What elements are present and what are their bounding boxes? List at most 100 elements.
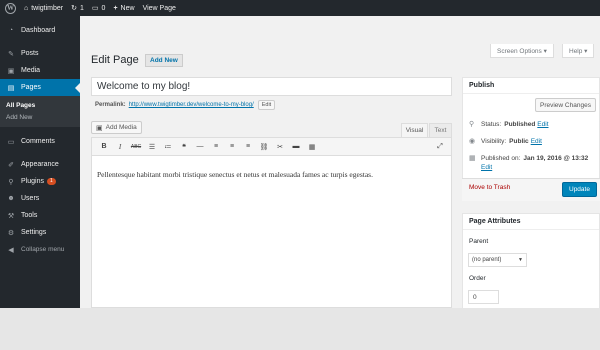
- dashboard-icon: ◔: [8, 27, 14, 34]
- collapse-menu-button[interactable]: ◀ Collapse menu: [0, 241, 80, 258]
- sidebar-item-label: Users: [21, 195, 40, 202]
- page-title: Edit Page: [91, 54, 139, 66]
- add-media-label: Add Media: [105, 124, 137, 131]
- publish-box-title: Publish: [463, 78, 599, 94]
- parent-select[interactable]: (no parent) ▼: [468, 253, 527, 267]
- screen-options-tab[interactable]: Screen Options ▾: [490, 44, 554, 58]
- numbered-list-icon[interactable]: ≔: [160, 140, 176, 154]
- strikethrough-icon[interactable]: ABC: [128, 140, 144, 154]
- comments-count: 0: [101, 4, 106, 12]
- sidebar-item-label: Comments: [21, 138, 55, 145]
- settings-icon: ⚙: [7, 229, 15, 237]
- site-name-link[interactable]: ⌂ twigtimber: [20, 0, 67, 16]
- status-row: ⚲ Status: Published Edit: [469, 120, 549, 129]
- wordpress-logo-menu[interactable]: W: [0, 0, 20, 16]
- published-label: Published on:: [481, 154, 521, 162]
- sidebar-item-settings[interactable]: ⚙ Settings: [0, 224, 80, 241]
- align-right-icon[interactable]: ≡: [240, 140, 256, 154]
- submenu-add-new[interactable]: Add New: [0, 111, 80, 123]
- fullscreen-icon[interactable]: ⤢: [432, 140, 448, 154]
- parent-select-value: (no parent): [472, 257, 502, 263]
- submenu-all-pages[interactable]: All Pages: [0, 99, 80, 111]
- blockquote-icon[interactable]: ❝: [176, 140, 192, 154]
- comments-link[interactable]: ▭ 0: [88, 0, 110, 16]
- pin-icon: ✎: [8, 50, 14, 58]
- move-to-trash-link[interactable]: Move to Trash: [469, 184, 510, 191]
- tab-text[interactable]: Text: [429, 123, 452, 137]
- align-left-icon[interactable]: ≡: [208, 140, 224, 154]
- comments-icon: ▭: [7, 138, 15, 146]
- add-media-button[interactable]: ▣ Add Media: [91, 121, 142, 134]
- add-new-page-button[interactable]: Add New: [145, 54, 183, 67]
- view-page-link[interactable]: View Page: [139, 0, 180, 16]
- permalink-link[interactable]: http://www.twigtimber.dev/welcome-to-my-…: [129, 102, 254, 108]
- pages-icon: ▤: [7, 84, 15, 92]
- brush-icon: ✐: [8, 161, 14, 169]
- post-title-input[interactable]: Welcome to my blog!: [91, 77, 452, 96]
- sidebar-item-label: Posts: [21, 50, 39, 57]
- content-editor: B I ABC ☰ ≔ ❝ — ≡ ≡ ≡ ⛓ ✂ ▬ ▦ ⤢ Pellente…: [91, 137, 452, 308]
- update-button[interactable]: Update: [562, 182, 597, 197]
- media-icon: ▣: [7, 67, 15, 75]
- sidebar-item-label: Settings: [21, 229, 47, 236]
- plugins-update-badge: 1: [46, 178, 56, 185]
- sidebar-item-label: Appearance: [21, 161, 59, 168]
- pages-submenu: All Pages Add New: [0, 96, 80, 127]
- editor-toolbar: B I ABC ☰ ≔ ❝ — ≡ ≡ ≡ ⛓ ✂ ▬ ▦ ⤢: [92, 138, 451, 156]
- sidebar-item-tools[interactable]: ⚒ Tools: [0, 207, 80, 224]
- updates-link[interactable]: ↻ 1: [67, 0, 88, 16]
- sidebar-item-media[interactable]: ▣ Media: [0, 62, 80, 79]
- visibility-label: Visibility:: [481, 137, 507, 145]
- read-more-icon[interactable]: ▬: [288, 140, 304, 154]
- sidebar-item-plugins[interactable]: ⚲ Plugins 1: [0, 173, 80, 190]
- bullet-list-icon[interactable]: ☰: [144, 140, 160, 154]
- help-tab[interactable]: Help ▾: [562, 44, 595, 58]
- new-content-link[interactable]: + New: [109, 0, 138, 16]
- horizontal-line-icon[interactable]: —: [192, 140, 208, 154]
- edit-date-link[interactable]: Edit: [481, 164, 492, 171]
- admin-bar: W ⌂ twigtimber ↻ 1 ▭ 0 + New View Page: [0, 0, 600, 16]
- admin-sidebar: ◔ Dashboard ✎ Posts ▣ Media ▤ Pages All …: [0, 16, 80, 308]
- sidebar-item-appearance[interactable]: ✐ Appearance: [0, 156, 80, 173]
- sidebar-item-label: Media: [21, 67, 41, 74]
- tab-visual[interactable]: Visual: [401, 123, 428, 137]
- chevron-down-icon: ▼: [518, 257, 523, 263]
- users-icon: ☻: [7, 195, 15, 202]
- preview-changes-button[interactable]: Preview Changes: [535, 98, 596, 112]
- sidebar-item-pages[interactable]: ▤ Pages: [0, 79, 80, 96]
- toolbar-toggle-icon[interactable]: ▦: [304, 140, 320, 154]
- page-background: [0, 308, 600, 350]
- sidebar-item-posts[interactable]: ✎ Posts: [0, 45, 80, 62]
- insert-link-icon[interactable]: ⛓: [256, 140, 272, 154]
- calendar-icon: ▦: [469, 155, 476, 162]
- site-name-label: twigtimber: [31, 4, 64, 12]
- edit-status-link[interactable]: Edit: [537, 121, 548, 128]
- sidebar-item-users[interactable]: ☻ Users: [0, 190, 80, 207]
- permalink-label: Permalink:: [95, 102, 126, 108]
- bold-icon[interactable]: B: [96, 140, 112, 154]
- status-label: Status:: [481, 120, 502, 128]
- editor-content-area[interactable]: Pellentesque habitant morbi tristique se…: [92, 156, 451, 193]
- order-input[interactable]: 0: [468, 290, 499, 304]
- updates-icon: ↻: [71, 5, 78, 12]
- align-center-icon[interactable]: ≡: [224, 140, 240, 154]
- sidebar-item-comments[interactable]: ▭ Comments: [0, 133, 80, 150]
- sidebar-item-dashboard[interactable]: ◔ Dashboard: [0, 22, 80, 39]
- visibility-value: Public: [509, 137, 529, 145]
- italic-icon[interactable]: I: [112, 140, 128, 154]
- view-page-label: View Page: [142, 4, 176, 12]
- status-value: Published: [504, 120, 536, 128]
- comment-bubble-icon: ▭: [91, 5, 99, 12]
- edit-visibility-link[interactable]: Edit: [531, 138, 542, 145]
- unlink-icon[interactable]: ✂: [272, 140, 288, 154]
- pin-icon: ⚲: [469, 121, 475, 128]
- permalink-row: Permalink: http://www.twigtimber.dev/wel…: [95, 100, 276, 110]
- order-label: Order: [469, 275, 486, 282]
- permalink-edit-button[interactable]: Edit: [257, 100, 276, 110]
- visibility-row: ◉ Visibility: Public Edit: [469, 137, 542, 146]
- wrench-icon: ⚒: [7, 212, 15, 220]
- collapse-arrow-icon: ◀: [8, 246, 14, 254]
- sidebar-item-label: Pages: [21, 84, 41, 91]
- plugin-icon: ⚲: [8, 178, 14, 186]
- sidebar-item-label: Dashboard: [21, 27, 56, 34]
